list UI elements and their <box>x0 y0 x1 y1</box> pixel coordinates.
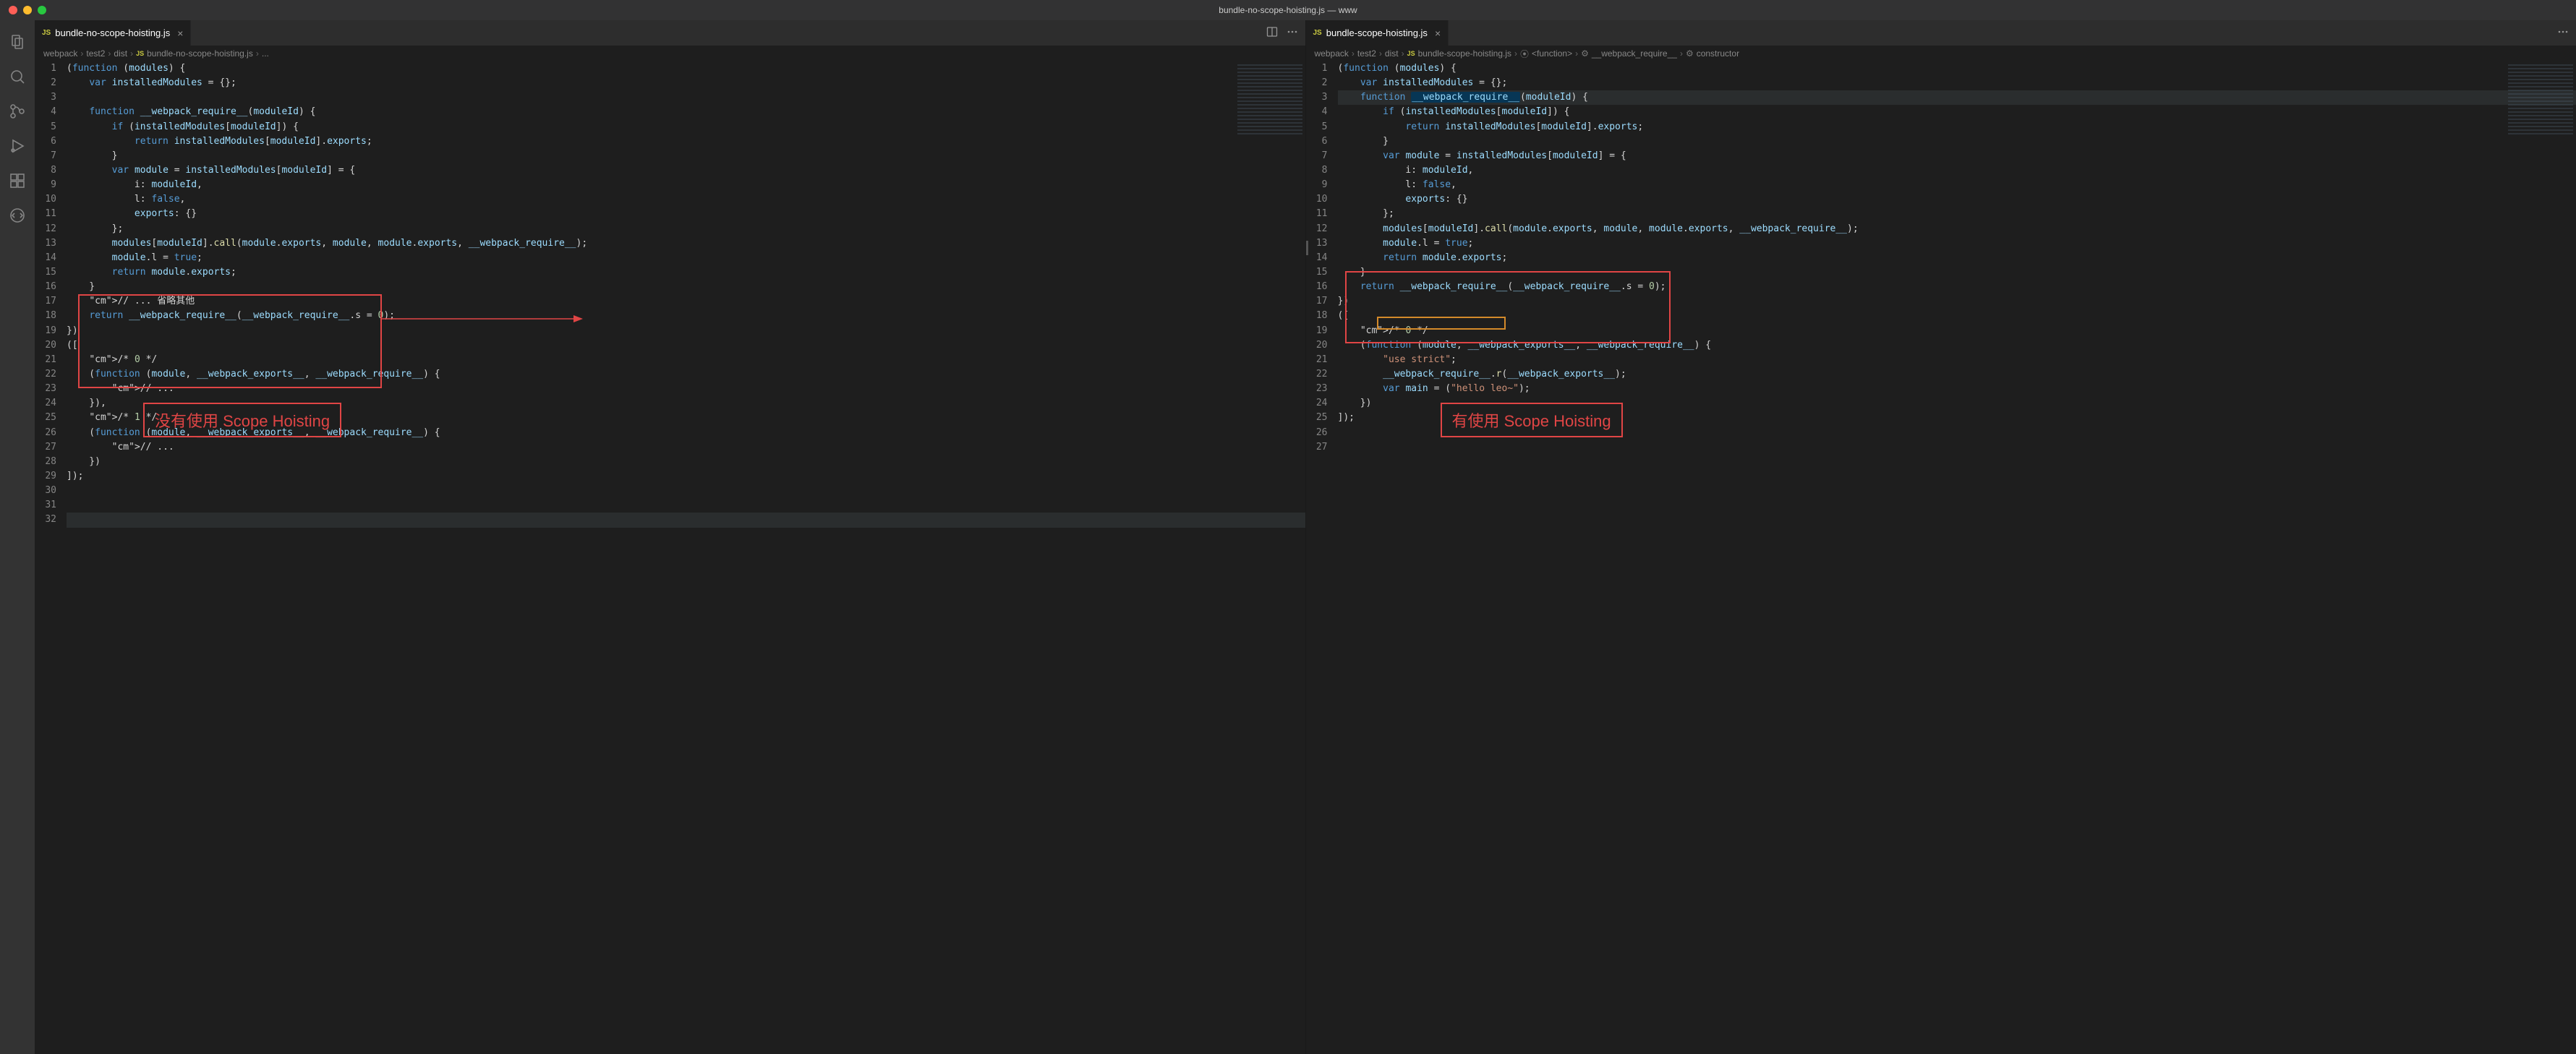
tabs-row-left: JS bundle-no-scope-hoisting.js × <box>35 20 1305 46</box>
breadcrumb-item[interactable]: __webpack_require__ <box>1592 48 1677 59</box>
breadcrumbs-right[interactable]: webpack› test2› dist› JS bundle-scope-ho… <box>1306 46 2576 61</box>
tab-actions-left <box>1259 20 1305 46</box>
breadcrumb-item[interactable]: test2 <box>1357 48 1376 59</box>
tab-bundle-scope[interactable]: JS bundle-scope-hoisting.js × <box>1306 20 1449 46</box>
editor-groups: JS bundle-no-scope-hoisting.js × webpack… <box>35 20 2576 1054</box>
js-file-icon: JS <box>42 29 51 37</box>
breadcrumb-item[interactable]: <function> <box>1532 48 1572 59</box>
window-title: bundle-no-scope-hoisting.js — www <box>1219 5 1357 15</box>
editor-body-left[interactable]: 1234567891011121314151617181920212223242… <box>35 61 1305 1054</box>
breadcrumb-item[interactable]: constructor <box>1697 48 1739 59</box>
breadcrumb-item[interactable]: webpack <box>43 48 77 59</box>
close-icon[interactable]: × <box>177 27 183 39</box>
split-editor-icon[interactable] <box>1266 26 1278 40</box>
more-icon[interactable] <box>2557 26 2569 40</box>
traffic-lights <box>0 6 46 14</box>
line-number-gutter: 1234567891011121314151617181920212223242… <box>35 61 67 1054</box>
zoom-window-button[interactable] <box>38 6 46 14</box>
extensions-icon[interactable] <box>0 165 35 197</box>
tab-actions-right <box>2550 20 2576 46</box>
minimize-window-button[interactable] <box>23 6 32 14</box>
breadcrumb-item[interactable]: webpack <box>1315 48 1349 59</box>
tabs-row-right: JS bundle-scope-hoisting.js × <box>1306 20 2576 46</box>
tab-label: bundle-scope-hoisting.js <box>1326 27 1428 38</box>
breadcrumbs-left[interactable]: webpack› test2› dist› JS bundle-no-scope… <box>35 46 1305 61</box>
breadcrumb-item[interactable]: bundle-scope-hoisting.js <box>1418 48 1511 59</box>
code-area-left[interactable]: (function (modules) { var installedModul… <box>67 61 1305 1054</box>
scroll-indicator <box>1306 241 1308 255</box>
symbol-icon: ⚙ <box>1581 48 1589 59</box>
breadcrumb-item[interactable]: dist <box>1385 48 1399 59</box>
symbol-icon: ⦿ <box>1520 48 1529 60</box>
tab-bundle-no-scope[interactable]: JS bundle-no-scope-hoisting.js × <box>35 20 191 46</box>
search-icon[interactable] <box>0 61 35 93</box>
js-file-icon: JS <box>1313 29 1322 37</box>
editor-body-right[interactable]: 1234567891011121314151617181920212223242… <box>1306 61 2576 1054</box>
activity-bar <box>0 20 35 1054</box>
debug-icon[interactable] <box>0 130 35 162</box>
js-file-icon: JS <box>1407 50 1415 57</box>
tab-label: bundle-no-scope-hoisting.js <box>55 27 170 38</box>
live-share-icon[interactable] <box>0 200 35 231</box>
js-file-icon: JS <box>136 50 144 57</box>
close-icon[interactable]: × <box>1435 27 1441 39</box>
editor-group-left: JS bundle-no-scope-hoisting.js × webpack… <box>35 20 1306 1054</box>
close-window-button[interactable] <box>9 6 17 14</box>
breadcrumb-item[interactable]: ... <box>262 48 269 59</box>
breadcrumb-item[interactable]: bundle-no-scope-hoisting.js <box>147 48 253 59</box>
breadcrumb-item[interactable]: test2 <box>86 48 105 59</box>
workbench: JS bundle-no-scope-hoisting.js × webpack… <box>0 20 2576 1054</box>
line-number-gutter: 1234567891011121314151617181920212223242… <box>1306 61 1338 1054</box>
source-control-icon[interactable] <box>0 95 35 127</box>
editor-group-right: JS bundle-scope-hoisting.js × webpack› t… <box>1306 20 2576 1054</box>
more-icon[interactable] <box>1287 26 1298 40</box>
code-area-right[interactable]: (function (modules) { var installedModul… <box>1338 61 2576 1054</box>
titlebar: bundle-no-scope-hoisting.js — www <box>0 0 2576 20</box>
breadcrumb-item[interactable]: dist <box>114 48 127 59</box>
symbol-icon: ⚙ <box>1686 48 1694 59</box>
explorer-icon[interactable] <box>0 26 35 58</box>
